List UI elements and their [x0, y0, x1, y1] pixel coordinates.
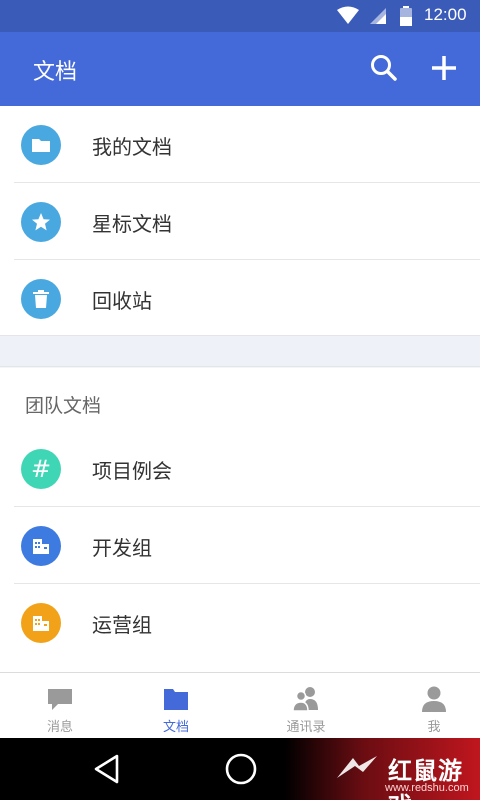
- trash-icon: [21, 279, 61, 319]
- home-icon[interactable]: [224, 752, 258, 786]
- list-item-project-meeting[interactable]: # 项目例会: [0, 430, 480, 507]
- folder-icon: [164, 689, 188, 710]
- page-title: 文档: [33, 60, 78, 85]
- list-item-label: 星标文档: [92, 212, 172, 236]
- building-icon: [21, 603, 61, 643]
- team-docs-list: 团队文档 # 项目例会 开发组 运营组: [0, 368, 480, 672]
- add-icon[interactable]: [428, 52, 460, 84]
- person-icon: [422, 686, 446, 712]
- watermark-url: www.redshu.com: [385, 782, 469, 794]
- status-bar: 12:00: [0, 0, 480, 32]
- list-item-ops-group[interactable]: 运营组: [0, 584, 480, 661]
- personal-docs-list: 我的文档 星标文档 回收站: [0, 106, 480, 335]
- section-header: 团队文档: [25, 395, 102, 417]
- star-icon: [21, 202, 61, 242]
- list-item-dev-group[interactable]: 开发组: [0, 507, 480, 584]
- tab-label: 文档: [162, 720, 189, 735]
- wifi-icon: [337, 6, 359, 24]
- list-item-label: 回收站: [92, 289, 152, 313]
- redshu-logo-icon: [337, 756, 377, 778]
- building-icon: [21, 526, 61, 566]
- section-separator: [0, 335, 480, 367]
- status-time: 12:00: [424, 5, 467, 24]
- search-icon[interactable]: [368, 52, 400, 84]
- system-nav-bar: 红鼠游戏 www.redshu.com: [0, 738, 480, 800]
- tab-documents[interactable]: 文档: [116, 673, 236, 739]
- list-item-label: 运营组: [92, 613, 152, 637]
- hash-icon: #: [21, 449, 61, 489]
- back-icon[interactable]: [90, 752, 124, 786]
- tab-me[interactable]: 我: [374, 673, 480, 739]
- tab-label: 消息: [46, 720, 73, 735]
- list-item-starred-docs[interactable]: 星标文档: [0, 183, 480, 260]
- list-item-label: 我的文档: [92, 135, 172, 159]
- tab-contacts[interactable]: 通讯录: [246, 673, 366, 739]
- signal-icon: [370, 8, 386, 24]
- tab-label: 我: [427, 720, 441, 735]
- tab-label: 通讯录: [286, 720, 326, 735]
- app-bar: 文档: [0, 32, 480, 106]
- list-item-label: 项目例会: [92, 459, 172, 483]
- list-item-my-docs[interactable]: 我的文档: [0, 106, 480, 183]
- battery-icon: [400, 6, 412, 26]
- contacts-icon: [292, 687, 318, 712]
- list-item-label: 开发组: [92, 536, 152, 560]
- tab-messages[interactable]: 消息: [0, 673, 120, 739]
- watermark: 红鼠游戏 www.redshu.com: [285, 738, 480, 800]
- folder-icon: [21, 125, 61, 165]
- bottom-tab-bar: 消息 文档 通讯录 我: [0, 672, 480, 738]
- message-icon: [48, 689, 72, 710]
- list-item-trash[interactable]: 回收站: [0, 260, 480, 337]
